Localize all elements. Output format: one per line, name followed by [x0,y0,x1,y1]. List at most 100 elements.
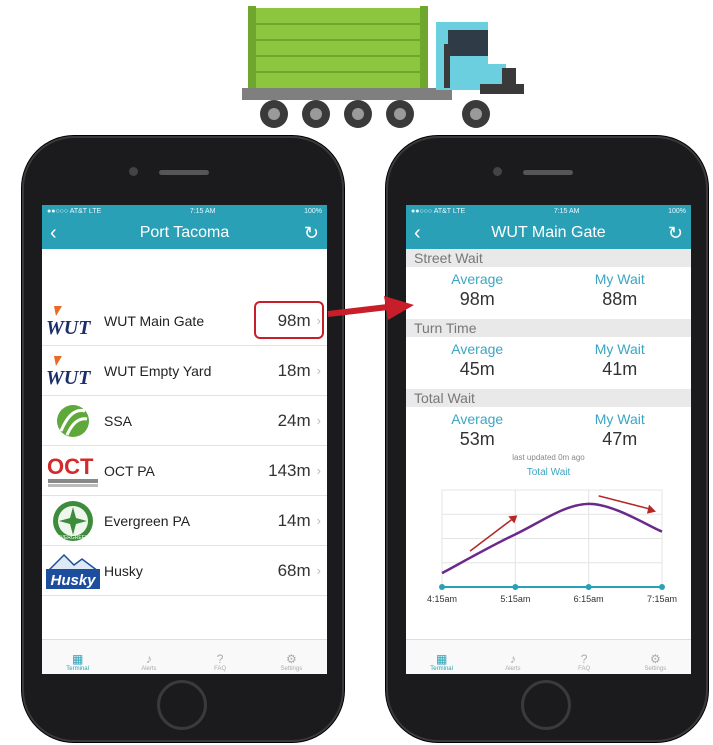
tab-settings[interactable]: ⚙ Settings [620,640,691,674]
my-wait-label: My Wait [594,271,645,287]
list-item[interactable]: OCT OCT PA 143m › [42,446,327,496]
x-tick-dot [439,584,445,590]
total-wait-chart: 4:15am 5:15am 6:15am 7:15am [427,489,677,604]
average-label: Average [451,271,504,287]
x-tick-label: 5:15am [500,594,530,604]
camera [493,167,502,176]
svg-text:EVERGREEN: EVERGREEN [57,535,89,541]
turn-average: 45m [459,359,495,379]
terminal-icon: ▦ [435,652,448,666]
x-tick-label: 4:15am [427,594,457,604]
camera [129,167,138,176]
earpiece [523,170,573,175]
back-icon[interactable]: ‹ [50,222,70,245]
status-bar: ●●○○○ AT&T LTE 7:15 AM 100% [406,205,691,217]
terminal-name: Husky [104,562,143,579]
tab-label: Alerts [505,666,521,672]
trend-arrow-head [647,504,656,514]
wut-logo: WUT [42,300,104,342]
battery: 100% [304,207,322,215]
oct-logo: OCT [42,450,104,492]
tab-settings[interactable]: ⚙ Settings [256,640,327,674]
x-tick-dot [659,584,665,590]
wait-time: 14m [277,510,311,530]
wait-time: 143m [268,460,311,480]
trend-arrow-head [508,515,518,524]
turn-my-wait: 41m [602,359,638,379]
bell-icon: ♪ [509,652,516,666]
average-label: Average [451,411,504,427]
husky-logo: Husky [42,550,104,592]
wait-time: 18m [277,360,311,380]
list-item[interactable]: Husky Husky 68m › [42,546,327,596]
terminal-name: WUT Main Gate [104,312,205,329]
gear-icon: ⚙ [649,652,661,666]
tab-label: FAQ [214,666,227,672]
tab-terminal[interactable]: ▦ Terminal [406,640,477,674]
terminal-name: WUT Empty Yard [104,362,212,379]
turn-time-header: Turn Time [406,319,691,337]
my-wait-label: My Wait [594,411,645,427]
page-title: WUT Main Gate [491,224,606,241]
tab-label: Settings [280,666,303,672]
total-wait-header: Total Wait [406,389,691,407]
terminal-name: Evergreen PA [104,512,191,529]
list-item[interactable]: WUT WUT Main Gate 98m › [42,296,327,346]
tab-faq[interactable]: ? FAQ [549,640,620,674]
wait-time: 68m [277,560,311,580]
chevron-right-icon: › [316,463,321,478]
my-wait-label: My Wait [594,341,645,357]
question-icon: ? [216,652,224,666]
x-tick-dot [512,584,519,590]
phone-right: ●●○○○ AT&T LTE 7:15 AM 100% ‹ WUT Main G… [386,136,708,742]
page-title: Port Tacoma [139,224,230,241]
phone-left: ●●○○○ AT&T LTE 7:15 AM 100% ‹ Port Tacom… [22,136,344,742]
average-label: Average [451,341,504,357]
home-button[interactable] [521,680,571,730]
tab-label: FAQ [578,666,591,672]
total-my-wait: 47m [602,429,638,449]
x-tick-label: 7:15am [647,594,677,604]
x-tick-dot [585,584,592,590]
tab-label: Settings [644,666,667,672]
home-button[interactable] [157,680,207,730]
tab-alerts[interactable]: ♪ Alerts [113,640,184,674]
bell-icon: ♪ [145,652,152,666]
list-item[interactable]: SSA 24m › [42,396,327,446]
terminal-list: WUT WUT Main Gate 98m › WUT WUT Empty Ya… [42,296,327,596]
list-item[interactable]: EVERGREEN Evergreen PA 14m › [42,496,327,546]
chevron-right-icon: › [316,363,321,378]
tab-terminal[interactable]: ▦ Terminal [42,640,113,674]
question-icon: ? [580,652,588,666]
turn-time-values: Average 45m My Wait 41m [406,337,691,389]
chart-title: Total Wait [526,467,571,478]
navbar: ‹ WUT Main Gate ↻ [406,217,691,249]
tab-alerts[interactable]: ♪ Alerts [477,640,548,674]
refresh-icon[interactable]: ↻ [299,223,319,244]
evergreen-logo: EVERGREEN [42,500,104,542]
street-average: 98m [459,289,495,309]
tab-faq[interactable]: ? FAQ [185,640,256,674]
earpiece [159,170,209,175]
status-bar: ●●○○○ AT&T LTE 7:15 AM 100% [42,205,327,217]
list-item[interactable]: WUT WUT Empty Yard 18m › [42,346,327,396]
street-wait-values: Average 98m My Wait 88m [406,267,691,319]
carrier: ●●○○○ AT&T LTE [47,207,102,215]
total-average: 53m [459,429,495,449]
port-tacoma-screen: ●●○○○ AT&T LTE 7:15 AM 100% ‹ Port Tacom… [42,205,327,674]
carrier: ●●○○○ AT&T LTE [411,207,466,215]
svg-text:WUT: WUT [46,367,91,388]
refresh-icon[interactable]: ↻ [663,223,683,244]
terminal-name: SSA [104,412,133,429]
navbar: ‹ Port Tacoma ↻ [42,217,327,249]
terminal-name: OCT PA [104,462,155,479]
wut-logo: WUT [42,350,104,392]
gear-icon: ⚙ [285,652,297,666]
back-icon[interactable]: ‹ [414,222,434,245]
clock: 7:15 AM [189,207,216,215]
highlight-box [254,301,324,339]
connector-arrow [327,296,414,320]
terminal-icon: ▦ [71,652,84,666]
total-wait-values: Average 53m My Wait 47m [406,407,691,459]
chevron-right-icon: › [316,413,321,428]
